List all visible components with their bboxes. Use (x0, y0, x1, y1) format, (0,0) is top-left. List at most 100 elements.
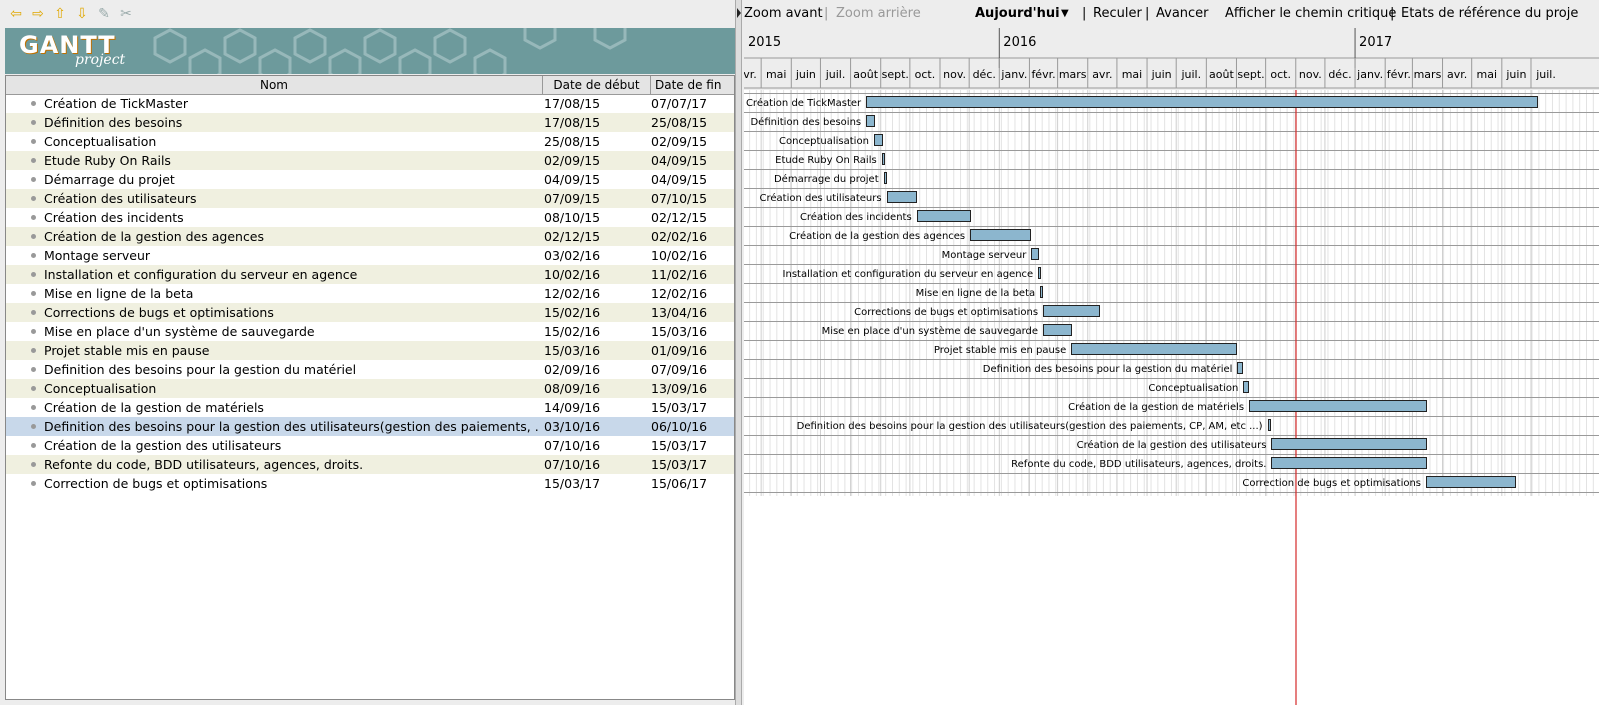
task-start-cell[interactable]: 25/08/15 (544, 132, 648, 151)
task-bar[interactable] (866, 96, 1538, 108)
move-up-icon[interactable]: ⇧ (52, 6, 68, 22)
task-name-cell[interactable]: Création des incidents (44, 208, 539, 227)
task-end-cell[interactable]: 07/10/15 (651, 189, 734, 208)
back-arrow-icon[interactable]: ⇦ (8, 6, 24, 22)
task-name-cell[interactable]: Mise en place d'un système de sauvegarde (44, 322, 539, 341)
task-bar[interactable] (881, 153, 885, 165)
task-row[interactable]: Correction de bugs et optimisations 15/03… (6, 474, 734, 493)
task-name-cell[interactable]: Création de la gestion des agences (44, 227, 539, 246)
task-end-cell[interactable]: 12/02/16 (651, 284, 734, 303)
task-bar[interactable] (866, 115, 875, 127)
task-end-cell[interactable]: 02/02/16 (651, 227, 734, 246)
task-bar[interactable] (1243, 381, 1250, 393)
task-end-cell[interactable]: 15/03/17 (651, 455, 734, 474)
task-start-cell[interactable]: 15/02/16 (544, 303, 648, 322)
task-end-cell[interactable]: 02/12/15 (651, 208, 734, 227)
task-name-cell[interactable]: Installation et configuration du serveur… (44, 265, 539, 284)
task-name-cell[interactable]: Etude Ruby On Rails (44, 151, 539, 170)
task-name-cell[interactable]: Conceptualisation (44, 132, 539, 151)
unlink-icon[interactable]: ✂ (118, 6, 134, 22)
task-end-cell[interactable]: 13/09/16 (651, 379, 734, 398)
task-name-cell[interactable]: Corrections de bugs et optimisations (44, 303, 539, 322)
task-bar[interactable] (883, 172, 887, 184)
task-row[interactable]: Definition des besoins pour la gestion d… (6, 417, 734, 436)
task-start-cell[interactable]: 02/09/15 (544, 151, 648, 170)
task-name-cell[interactable]: Refonte du code, BDD utilisateurs, agenc… (44, 455, 539, 474)
critical-path-button[interactable]: Afficher le chemin critique (1225, 0, 1396, 28)
task-start-cell[interactable]: 03/02/16 (544, 246, 648, 265)
task-name-cell[interactable]: Definition des besoins pour la gestion d… (44, 360, 539, 379)
task-bar[interactable] (886, 191, 917, 203)
task-name-cell[interactable]: Correction de bugs et optimisations (44, 474, 539, 493)
task-name-cell[interactable]: Création de la gestion des utilisateurs (44, 436, 539, 455)
task-row[interactable]: Création des incidents 08/10/15 02/12/15 (6, 208, 734, 227)
task-row[interactable]: Création de TickMaster 17/08/15 07/07/17 (6, 94, 734, 113)
task-end-cell[interactable]: 02/09/15 (651, 132, 734, 151)
task-bar[interactable] (1071, 343, 1238, 355)
task-bar[interactable] (1271, 438, 1427, 450)
task-name-cell[interactable]: Conceptualisation (44, 379, 539, 398)
move-down-icon[interactable]: ⇩ (74, 6, 90, 22)
task-row[interactable]: Definition des besoins pour la gestion d… (6, 360, 734, 379)
task-row[interactable]: Refonte du code, BDD utilisateurs, agenc… (6, 455, 734, 474)
task-row[interactable]: Etude Ruby On Rails 02/09/15 04/09/15 (6, 151, 734, 170)
back-button[interactable]: Reculer (1093, 0, 1142, 28)
task-bar[interactable] (916, 210, 972, 222)
task-row[interactable]: Installation et configuration du serveur… (6, 265, 734, 284)
task-end-cell[interactable]: 07/07/17 (651, 94, 734, 113)
task-row[interactable]: Création de la gestion des utilisateurs 0… (6, 436, 734, 455)
task-end-cell[interactable]: 25/08/15 (651, 113, 734, 132)
task-end-cell[interactable]: 15/03/16 (651, 322, 734, 341)
task-name-cell[interactable]: Création de TickMaster (44, 94, 539, 113)
task-end-cell[interactable]: 13/04/16 (651, 303, 734, 322)
task-bar[interactable] (1040, 286, 1044, 298)
task-row[interactable]: Définition des besoins 17/08/15 25/08/15 (6, 113, 734, 132)
task-start-cell[interactable]: 17/08/15 (544, 113, 648, 132)
task-start-cell[interactable]: 15/02/16 (544, 322, 648, 341)
task-name-cell[interactable]: Démarrage du projet (44, 170, 539, 189)
task-row[interactable]: Montage serveur 03/02/16 10/02/16 (6, 246, 734, 265)
link-icon[interactable]: ✎ (96, 6, 112, 22)
task-bar[interactable] (1426, 476, 1517, 488)
task-bar[interactable] (1249, 400, 1427, 412)
today-dropdown-icon[interactable]: ▼ (1061, 0, 1069, 28)
task-row[interactable]: Conceptualisation 25/08/15 02/09/15 (6, 132, 734, 151)
task-end-cell[interactable]: 11/02/16 (651, 265, 734, 284)
task-row[interactable]: Création des utilisateurs 07/09/15 07/10/1… (6, 189, 734, 208)
task-end-cell[interactable]: 01/09/16 (651, 341, 734, 360)
task-start-cell[interactable]: 12/02/16 (544, 284, 648, 303)
task-start-cell[interactable]: 04/09/15 (544, 170, 648, 189)
column-header-name[interactable]: Nom (6, 76, 543, 94)
task-row[interactable]: Mise en place d'un système de sauvegarde… (6, 322, 734, 341)
task-start-cell[interactable]: 10/02/16 (544, 265, 648, 284)
task-bar[interactable] (1043, 324, 1073, 336)
task-start-cell[interactable]: 15/03/16 (544, 341, 648, 360)
task-bar[interactable] (1031, 248, 1040, 260)
task-bar[interactable] (1038, 267, 1042, 279)
task-start-cell[interactable]: 08/10/15 (544, 208, 648, 227)
baselines-button[interactable]: Etats de référence du proje (1401, 0, 1578, 28)
task-start-cell[interactable]: 17/08/15 (544, 94, 648, 113)
task-bar[interactable] (1267, 419, 1272, 431)
task-start-cell[interactable]: 15/03/17 (544, 474, 648, 493)
task-end-cell[interactable]: 04/09/15 (651, 151, 734, 170)
task-bar[interactable] (873, 134, 883, 146)
task-start-cell[interactable]: 14/09/16 (544, 398, 648, 417)
task-end-cell[interactable]: 07/09/16 (651, 360, 734, 379)
task-end-cell[interactable]: 10/02/16 (651, 246, 734, 265)
task-bar[interactable] (1237, 362, 1244, 374)
forward-arrow-icon[interactable]: ⇨ (30, 6, 46, 22)
task-start-cell[interactable]: 03/10/16 (544, 417, 648, 436)
task-name-cell[interactable]: Définition des besoins (44, 113, 539, 132)
zoom-out-button[interactable]: Zoom arrière (836, 0, 921, 28)
task-name-cell[interactable]: Création de la gestion de matériels (44, 398, 539, 417)
forward-button[interactable]: Avancer (1156, 0, 1209, 28)
task-end-cell[interactable]: 15/06/17 (651, 474, 734, 493)
task-bar[interactable] (970, 229, 1032, 241)
task-row[interactable]: Corrections de bugs et optimisations 15/0… (6, 303, 734, 322)
task-start-cell[interactable]: 02/12/15 (544, 227, 648, 246)
task-end-cell[interactable]: 15/03/17 (651, 398, 734, 417)
task-start-cell[interactable]: 02/09/16 (544, 360, 648, 379)
today-button[interactable]: Aujourd'hui (975, 0, 1060, 28)
task-row[interactable]: Conceptualisation 08/09/16 13/09/16 (6, 379, 734, 398)
